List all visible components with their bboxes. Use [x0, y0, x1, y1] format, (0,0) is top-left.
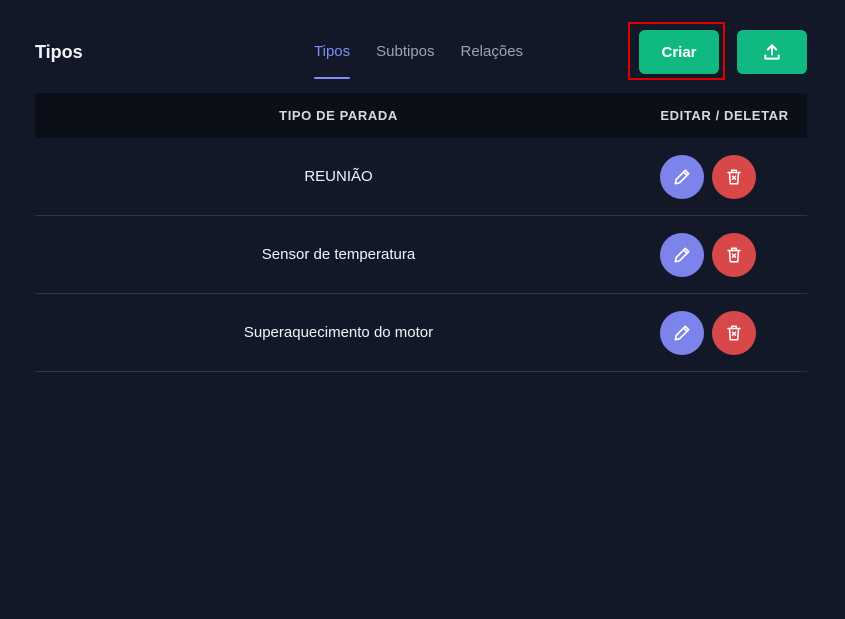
table-row: Superaquecimento do motor [35, 294, 807, 372]
trash-icon [726, 325, 741, 340]
tab-tipos[interactable]: Tipos [314, 42, 351, 79]
table-row: REUNIÃO [35, 138, 807, 216]
row-actions [642, 310, 807, 355]
create-button[interactable]: Criar [639, 30, 719, 74]
tab-relacoes[interactable]: Relações [461, 42, 524, 78]
pencil-icon [674, 169, 689, 184]
type-name: Superaquecimento do motor [243, 324, 434, 341]
pencil-icon [674, 325, 689, 340]
tabs: Tipos Subtipos Relações [314, 42, 549, 80]
trash-icon [726, 247, 741, 262]
page: Tipos Tipos Subtipos Relações Criar TIPO… [0, 0, 845, 619]
pencil-icon [674, 247, 689, 262]
edit-button[interactable] [659, 232, 704, 277]
delete-button[interactable] [711, 154, 756, 199]
types-table: TIPO DE PARADA EDITAR / DELETAR REUNIÃO [35, 93, 807, 372]
column-header-type: TIPO DE PARADA [279, 108, 398, 123]
trash-icon [726, 169, 741, 184]
row-actions [642, 232, 807, 277]
delete-button[interactable] [711, 310, 756, 355]
upload-button[interactable] [737, 30, 807, 74]
table-row: Sensor de temperatura [35, 216, 807, 294]
tab-subtipos[interactable]: Subtipos [376, 42, 434, 78]
upload-icon [764, 44, 780, 60]
page-title: Tipos [35, 42, 83, 62]
table-header: TIPO DE PARADA EDITAR / DELETAR [35, 93, 807, 138]
edit-button[interactable] [659, 310, 704, 355]
edit-button[interactable] [659, 154, 704, 199]
type-name: REUNIÃO [304, 168, 373, 185]
column-header-actions: EDITAR / DELETAR [660, 108, 789, 123]
delete-button[interactable] [711, 232, 756, 277]
row-actions [642, 154, 807, 199]
type-name: Sensor de temperatura [261, 246, 416, 263]
